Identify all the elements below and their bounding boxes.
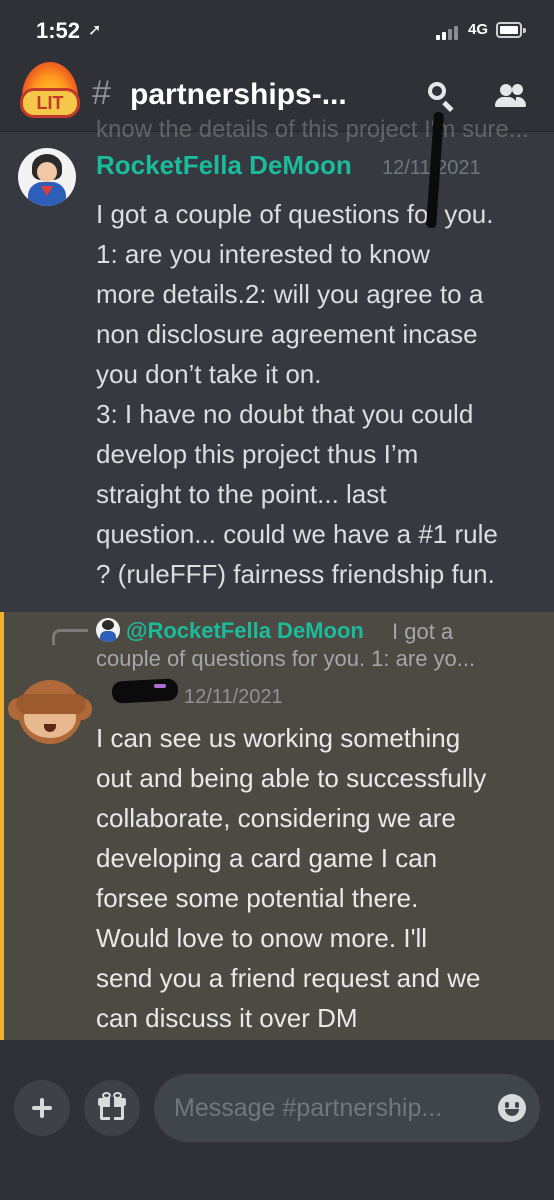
status-time: 1:52 [36,18,81,43]
redaction-mark [154,684,166,688]
members-icon[interactable] [492,78,528,114]
message-line: 3: I have no doubt that you could [96,399,474,429]
avatar[interactable] [18,148,76,206]
battery-icon [496,22,526,38]
lit-badge: LIT [20,88,80,118]
message-input[interactable]: Message #partnership... [154,1074,540,1142]
location-arrow-icon: ➚ [88,22,102,39]
message-line: collaborate, considering we are [96,803,456,833]
reply-author[interactable]: @RocketFella DeMoon [126,618,364,644]
message-body[interactable]: I got a couple of questions for you. 1: … [96,194,542,594]
message-line: can discuss it over DM [96,1003,358,1033]
message-line: more details.2: will you agree to a [96,279,484,309]
reply-avatar [96,618,120,642]
message-line: I got a couple of questions for you. [96,199,494,229]
emoji-icon[interactable] [498,1094,526,1122]
message-line: developing a card game I can [96,843,438,873]
redacted-username [111,678,179,704]
message-timestamp: 12/11/2021 [184,686,283,708]
message-line: develop this project thus I’m [96,439,419,469]
lit-badge-text: LIT [36,93,64,113]
status-bar: 1:52 ➚ 4G [0,0,554,60]
reply-connector [52,629,88,645]
message-input-placeholder: Message #partnership... [174,1094,443,1122]
message-line: you don’t take it on. [96,359,322,389]
channel-title[interactable]: partnerships-... [130,78,347,112]
message-line: I can see us working something [96,723,461,753]
message-line: question... could we have a #1 rule [96,519,498,549]
add-attachment-button[interactable] [14,1080,70,1136]
search-icon[interactable] [424,78,460,114]
network-type: 4G [468,21,489,38]
server-lit-icon[interactable]: LIT [20,62,80,126]
message-line: non disclosure agreement incase [96,319,478,349]
message-line: Would love to onow more. I'll [96,923,428,953]
message-line: straight to the point... last [96,479,387,509]
see-no-evil-monkey-avatar[interactable] [6,672,96,752]
message-line: 1: are you interested to know [96,239,430,269]
reply-snippet[interactable]: I got a [392,619,453,645]
reply-snippet[interactable]: couple of questions for you. 1: are yo..… [96,646,475,672]
message-author[interactable]: RocketFella DeMoon [96,150,352,181]
gift-button[interactable] [84,1080,140,1136]
message-line: send you a friend request and we [96,963,481,993]
message-line: out and being able to successfully [96,763,487,793]
message-line: forsee some potential there. [96,883,419,913]
channel-hash-icon: # [92,74,111,112]
signal-icon [436,24,462,40]
message-body[interactable]: I can see us working something out and b… [96,718,542,1038]
previous-message-partial: know the details of this project I'm sur… [96,116,529,143]
message-line: ? (ruleFFF) fairness friendship fun. [96,559,495,589]
